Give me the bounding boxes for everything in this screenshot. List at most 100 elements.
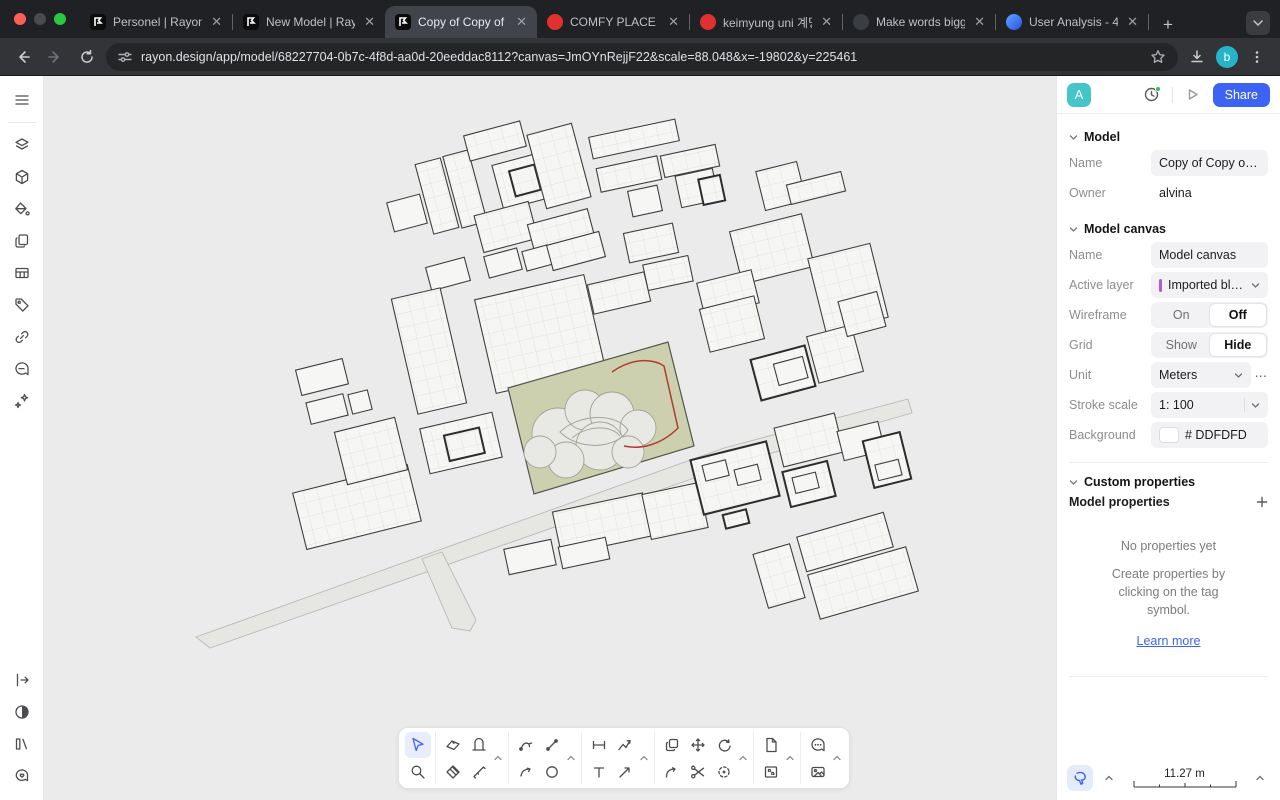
zoom-tool[interactable]	[405, 759, 431, 785]
model-canvas-section-header[interactable]: Model canvas	[1069, 222, 1268, 236]
new-tab-button[interactable]: +	[1155, 12, 1181, 38]
url-text[interactable]: rayon.design/app/model/68227704-0b7c-4f8…	[141, 50, 1141, 64]
hatch-tool[interactable]	[440, 759, 466, 785]
offset-tool[interactable]	[711, 759, 737, 785]
grid-hide-option[interactable]: Hide	[1210, 334, 1267, 356]
tab-copy-of-copy-active[interactable]: Copy of Copy of N ✕	[385, 6, 537, 38]
forward-button[interactable]	[42, 44, 68, 70]
tab-new-model[interactable]: New Model | Rayon ✕	[233, 6, 385, 38]
tab-make-words[interactable]: Make words bigge ✕	[843, 6, 995, 38]
custom-properties-section-header[interactable]: Custom properties	[1069, 475, 1268, 489]
spline-leader-tool[interactable]	[612, 732, 638, 758]
more-build-tools-chevron[interactable]	[492, 732, 504, 784]
zoom-window-button[interactable]	[54, 13, 66, 25]
tab-close-icon[interactable]: ✕	[972, 14, 987, 30]
links-button[interactable]	[6, 322, 38, 352]
model-section-header[interactable]: Model	[1069, 130, 1268, 144]
sheet-tool[interactable]	[758, 732, 784, 758]
copy-tool[interactable]	[659, 732, 685, 758]
more-collab-tools-chevron[interactable]	[831, 732, 843, 784]
background-color-field[interactable]: # DDFDFD	[1151, 422, 1268, 448]
more-modify-tools-chevron[interactable]	[737, 732, 749, 784]
arc-tool[interactable]	[513, 759, 539, 785]
select-tool[interactable]	[405, 732, 431, 758]
tab-personel[interactable]: Personel | Rayon ✕	[80, 6, 232, 38]
model-canvas-viewport[interactable]: .rA{fill:#f6f6f4;stroke:#3f3f3f;stroke-w…	[44, 76, 1056, 800]
library-button[interactable]	[6, 729, 38, 759]
more-sheet-tools-chevron[interactable]	[784, 732, 796, 784]
materials-button[interactable]	[6, 194, 38, 224]
layers-button[interactable]	[6, 130, 38, 160]
tab-search-button[interactable]	[1246, 11, 1270, 35]
url-bar[interactable]: rayon.design/app/model/68227704-0b7c-4f8…	[106, 43, 1178, 71]
comments-button[interactable]	[6, 354, 38, 384]
circle-tool[interactable]	[539, 759, 565, 785]
background-color-swatch[interactable]	[1159, 427, 1179, 443]
site-settings-icon[interactable]	[118, 50, 132, 64]
more-annotate-tools-chevron[interactable]	[638, 732, 650, 784]
fillet-tool[interactable]	[659, 759, 685, 785]
tab-close-icon[interactable]: ✕	[362, 14, 377, 30]
wall-tool[interactable]	[440, 732, 466, 758]
line-tool[interactable]	[539, 732, 565, 758]
add-property-button[interactable]	[1256, 496, 1268, 508]
3d-view-button[interactable]	[6, 162, 38, 192]
export-image-tool[interactable]	[805, 759, 831, 785]
tab-close-icon[interactable]: ✕	[514, 14, 529, 30]
tags-button[interactable]	[6, 290, 38, 320]
site-plan[interactable]: .rA{fill:#f6f6f4;stroke:#3f3f3f;stroke-w…	[44, 76, 1056, 800]
theme-toggle-button[interactable]	[6, 697, 38, 727]
unit-select[interactable]: Meters	[1151, 362, 1251, 388]
browser-menu-button[interactable]	[1244, 44, 1270, 70]
user-avatar[interactable]: A	[1067, 83, 1091, 107]
active-layer-select[interactable]: Imported blocks	[1151, 272, 1268, 298]
present-button[interactable]	[1181, 83, 1205, 107]
tab-close-icon[interactable]: ✕	[666, 14, 681, 30]
text-tool[interactable]	[586, 759, 612, 785]
ai-assistant-button[interactable]	[6, 386, 38, 416]
tables-button[interactable]	[6, 258, 38, 288]
feedback-button[interactable]	[6, 761, 38, 791]
downloads-button[interactable]	[1184, 44, 1210, 70]
tab-comfy-place[interactable]: COMFY PLACE | W ✕	[537, 6, 689, 38]
trim-tool[interactable]	[685, 759, 711, 785]
minimize-window-button[interactable]	[34, 13, 46, 25]
tab-user-analysis[interactable]: User Analysis - 43 ✕	[996, 6, 1148, 38]
more-draw-tools-chevron[interactable]	[565, 732, 577, 784]
comment-tool[interactable]	[805, 732, 831, 758]
rotate-tool[interactable]	[711, 732, 737, 758]
unit-more-button[interactable]: ⋯	[1255, 368, 1269, 383]
canvas-name-input[interactable]: Model canvas	[1151, 242, 1268, 268]
model-name-input[interactable]: Copy of Copy of New M...	[1151, 150, 1268, 176]
export-panel-button[interactable]	[6, 665, 38, 695]
browser-profile-avatar[interactable]: b	[1216, 46, 1238, 68]
tab-keimyung[interactable]: keimyung uni 계명 ✕	[690, 6, 842, 38]
wireframe-on-option[interactable]: On	[1153, 304, 1210, 326]
history-button[interactable]	[1140, 83, 1164, 107]
tab-close-icon[interactable]: ✕	[1125, 14, 1140, 30]
measure-tool[interactable]	[466, 759, 492, 785]
chevron-down-icon[interactable]	[1251, 401, 1260, 410]
bookmark-star-icon[interactable]	[1150, 49, 1166, 65]
stroke-scale-input[interactable]: 1: 100	[1151, 392, 1268, 418]
grid-show-option[interactable]: Show	[1153, 334, 1210, 356]
reload-button[interactable]	[74, 44, 100, 70]
close-window-button[interactable]	[14, 13, 26, 25]
arrow-tool[interactable]	[612, 759, 638, 785]
tab-close-icon[interactable]: ✕	[819, 14, 834, 30]
polyline-tool[interactable]	[513, 732, 539, 758]
layout-grid-tool[interactable]	[758, 759, 784, 785]
share-button[interactable]: Share	[1213, 83, 1270, 107]
duplicate-button[interactable]	[6, 226, 38, 256]
learn-more-link[interactable]: Learn more	[1137, 632, 1201, 650]
move-tool[interactable]	[685, 732, 711, 758]
back-button[interactable]	[10, 44, 36, 70]
menu-button[interactable]	[6, 85, 38, 115]
wireframe-off-option[interactable]: Off	[1210, 304, 1267, 326]
door-tool[interactable]	[466, 732, 492, 758]
tab-close-icon[interactable]: ✕	[209, 14, 224, 30]
follow-mode-button[interactable]	[1067, 765, 1093, 791]
dimension-tool[interactable]	[586, 732, 612, 758]
collapse-bar-chevron[interactable]	[1099, 768, 1119, 788]
expand-bar-chevron[interactable]	[1250, 768, 1270, 788]
